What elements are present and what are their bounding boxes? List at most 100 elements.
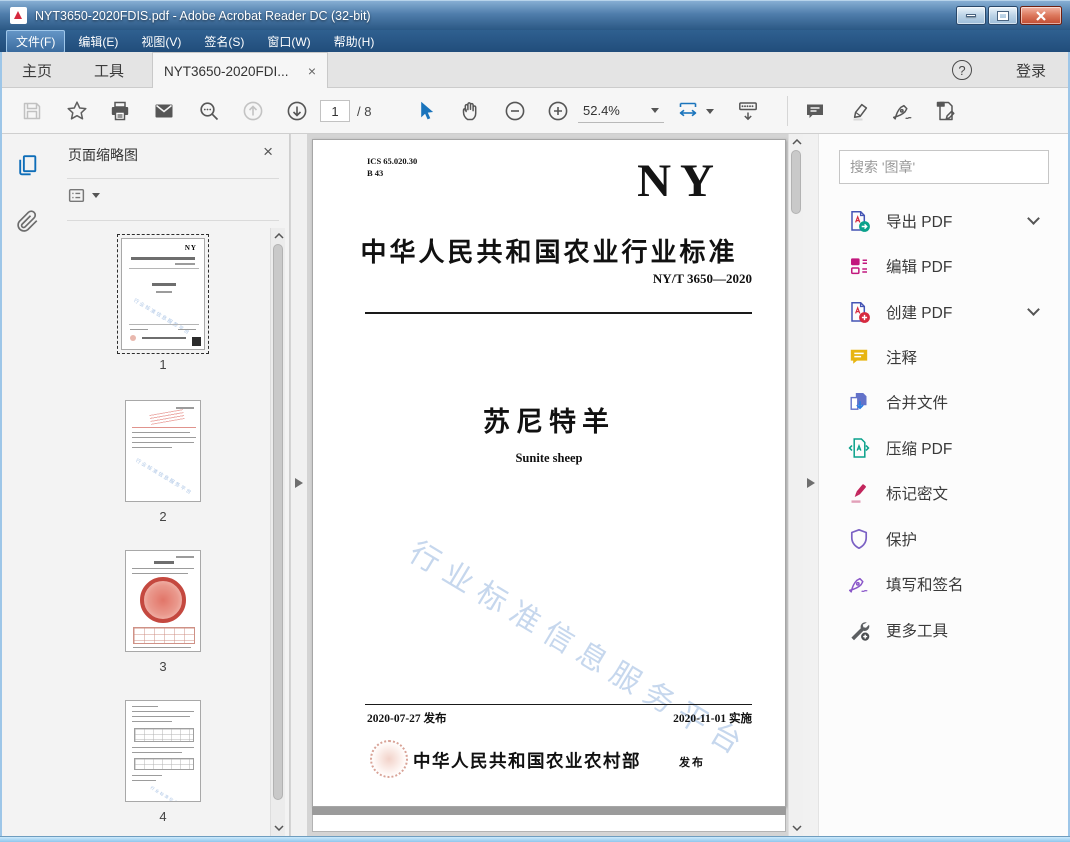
window-title: NYT3650-2020FDIS.pdf - Adobe Acrobat Rea… [35, 8, 371, 23]
tool-compress-pdf[interactable]: 压缩 PDF [819, 425, 1070, 470]
select-tool-button[interactable] [413, 99, 437, 123]
email-button[interactable] [152, 99, 176, 123]
comment-button[interactable] [803, 99, 827, 123]
menu-edit[interactable]: 编辑(E) [68, 30, 128, 53]
minimize-icon [966, 14, 976, 17]
chevron-down-icon[interactable] [1027, 303, 1040, 316]
scroll-up-icon[interactable] [791, 137, 802, 147]
save-button[interactable] [20, 99, 44, 123]
thumb-watermark: 行业标准信息服务平台 [149, 785, 200, 802]
tool-edit-pdf[interactable]: 编辑 PDF [819, 243, 1070, 288]
tab-close-icon[interactable]: × [308, 64, 316, 78]
thumbnail-number: 2 [159, 509, 167, 524]
scrollbar-thumb[interactable] [273, 244, 283, 800]
menu-help[interactable]: 帮助(H) [324, 30, 385, 53]
scroll-down-icon[interactable] [273, 823, 284, 833]
scroll-down-icon[interactable] [791, 823, 802, 833]
menu-file[interactable]: 文件(F) [6, 29, 66, 53]
star-button[interactable] [65, 99, 89, 123]
next-page-button[interactable] [285, 99, 309, 123]
tools-panel: 导出 PDF 编辑 PDF 创建 PDF 注释 合并文件 [818, 134, 1070, 836]
thumbnail-image: 行业标准信息服务平台 [125, 400, 201, 502]
thumb-table [134, 728, 194, 742]
print-button[interactable] [108, 99, 132, 123]
chevron-down-icon[interactable] [706, 109, 714, 114]
zoom-level-dropdown[interactable]: 52.4% [578, 99, 664, 123]
close-button[interactable] [1020, 6, 1062, 25]
search-icon [200, 102, 219, 121]
thumbnail-image [125, 550, 201, 652]
thumbnail-page-3[interactable]: 3 [55, 550, 271, 674]
attachments-panel-button[interactable] [14, 208, 41, 235]
edit-document-icon [936, 101, 955, 121]
left-panel-collapse-strip [291, 134, 307, 836]
fountain-pen-icon [892, 104, 912, 120]
menu-sign[interactable]: 签名(S) [194, 30, 254, 53]
tool-combine-files[interactable]: 合并文件 [819, 379, 1070, 424]
collapse-handle-icon[interactable] [807, 478, 815, 488]
tool-fill-sign[interactable]: 填写和签名 [819, 561, 1070, 606]
zoom-in-button[interactable] [546, 99, 570, 123]
content-area: 页面缩略图 × NY 行业标准信息服务平台 1 行业标准信息服务平台 2 3 行… [0, 134, 1070, 836]
fill-sign-icon [848, 577, 868, 593]
search-button[interactable] [197, 99, 221, 123]
thumbnail-page-4[interactable]: 行业标准信息服务平台 4 [55, 700, 271, 824]
edit-document-button[interactable] [934, 99, 958, 123]
standard-number: NY/T 3650—2020 [652, 271, 752, 286]
hand-tool-button[interactable] [458, 99, 482, 123]
fit-width-icon [679, 102, 697, 117]
tool-label: 保护 [886, 531, 918, 549]
menu-window[interactable]: 窗口(W) [257, 30, 320, 53]
scroll-up-icon[interactable] [273, 231, 284, 241]
sign-button[interactable] [891, 99, 915, 123]
minus-circle-icon [505, 101, 525, 121]
tool-protect[interactable]: 保护 [819, 516, 1070, 561]
arrow-down-circle-icon [287, 101, 307, 121]
chevron-down-icon[interactable] [1027, 212, 1040, 225]
thumbnails-scrollbar[interactable] [270, 228, 285, 836]
thumb-table [133, 627, 195, 644]
tool-more-tools[interactable]: 更多工具 [819, 607, 1070, 652]
tools-search-input[interactable] [839, 150, 1049, 184]
compress-pdf-icon [848, 437, 870, 458]
zoom-out-button[interactable] [503, 99, 527, 123]
restore-button[interactable] [988, 6, 1018, 25]
document-viewport[interactable]: ICS 65.020.30 B 43 NY 中华人民共和国农业行业标准 NY/T… [307, 134, 788, 836]
scrollbar-thumb[interactable] [791, 150, 801, 214]
tool-redact[interactable]: 标记密文 [819, 470, 1070, 515]
tab-home[interactable]: 主页 [8, 52, 66, 88]
page-number-input[interactable]: 1 [320, 100, 350, 122]
tab-bar: 主页 工具 NYT3650-2020FDI... × ? 登录 [0, 52, 1070, 89]
tool-export-pdf[interactable]: 导出 PDF [819, 198, 1070, 243]
help-icon[interactable]: ? [952, 60, 972, 80]
pdf-page-1: ICS 65.020.30 B 43 NY 中华人民共和国农业行业标准 NY/T… [312, 139, 786, 807]
page-total-label: / 8 [357, 103, 372, 119]
ministry-seal-icon [370, 740, 408, 778]
thumbnail-options-button[interactable] [67, 186, 100, 205]
thumb-table [134, 758, 194, 770]
tab-document[interactable]: NYT3650-2020FDI... × [152, 52, 328, 89]
tab-tools[interactable]: 工具 [80, 52, 138, 88]
collapse-handle-icon[interactable] [295, 478, 303, 488]
previous-page-button[interactable] [241, 99, 265, 123]
minimize-button[interactable] [956, 6, 986, 25]
panel-close-icon[interactable]: × [263, 142, 273, 162]
chevron-down-icon [651, 108, 659, 113]
thumbnail-image: NY 行业标准信息服务平台 [117, 234, 209, 354]
thumbnail-page-1[interactable]: NY 行业标准信息服务平台 1 [55, 234, 271, 372]
tool-create-pdf[interactable]: 创建 PDF [819, 289, 1070, 334]
shield-icon [850, 528, 868, 549]
menu-view[interactable]: 视图(V) [131, 30, 191, 53]
tool-comment[interactable]: 注释 [819, 334, 1070, 379]
plus-circle-icon [548, 101, 568, 121]
page-thumbnails-panel-button[interactable] [14, 152, 41, 179]
thumbnail-page-2[interactable]: 行业标准信息服务平台 2 [55, 400, 271, 524]
sign-in-button[interactable]: 登录 [1016, 52, 1046, 88]
panel-divider [67, 178, 279, 179]
standard-title: 中华人民共和国农业行业标准 [360, 237, 738, 267]
highlight-button[interactable] [848, 99, 872, 123]
fit-width-button[interactable] [676, 99, 700, 123]
scrolling-mode-button[interactable] [736, 99, 760, 123]
thumb-red-note [149, 409, 185, 425]
document-scrollbar[interactable] [788, 134, 803, 836]
